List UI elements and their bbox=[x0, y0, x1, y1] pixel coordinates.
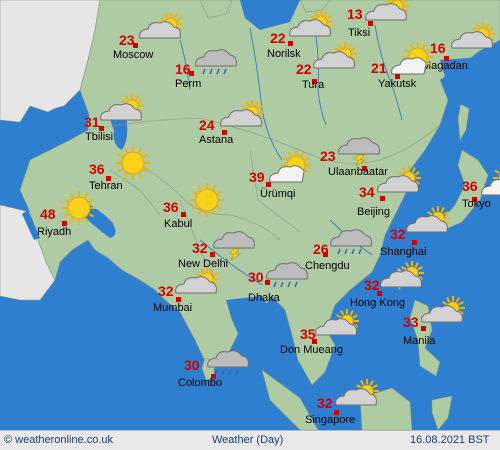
city-name: Astana bbox=[199, 134, 234, 146]
city-dot bbox=[288, 41, 293, 46]
city-temperature: 33 bbox=[403, 314, 419, 330]
city-temperature: 35 bbox=[300, 326, 316, 342]
rain-icon bbox=[193, 40, 241, 83]
city-temperature: 24 bbox=[199, 117, 215, 133]
city-temperature: 32 bbox=[317, 395, 333, 411]
map-title: Weather (Day) bbox=[212, 434, 284, 446]
city-name: Shanghai bbox=[380, 246, 427, 258]
city-name: Tbilisi bbox=[85, 131, 114, 143]
city-temperature: 34 bbox=[359, 184, 375, 200]
city-temperature: 26 bbox=[313, 241, 329, 257]
city-dot bbox=[421, 326, 426, 331]
city-temperature: 16 bbox=[175, 61, 191, 77]
city-name: Ürümqi bbox=[260, 188, 296, 200]
city-temperature: 23 bbox=[320, 148, 336, 164]
footer-bar: © weatheronline.co.uk Weather (Day) 16.0… bbox=[0, 430, 500, 450]
city-temperature: 21 bbox=[371, 60, 387, 76]
city-dot bbox=[368, 21, 373, 26]
city-temperature: 39 bbox=[249, 169, 265, 185]
city-name: Don Mueang bbox=[280, 344, 343, 356]
city-name: Kabul bbox=[164, 218, 193, 230]
city-name: Dhaka bbox=[248, 292, 280, 304]
partly-cloudy-icon bbox=[375, 166, 423, 209]
city-temperature: 36 bbox=[163, 199, 179, 215]
partly-cloudy-icon bbox=[419, 296, 467, 339]
sunny-cloud-icon bbox=[266, 150, 314, 193]
thunderstorm-icon bbox=[336, 128, 384, 171]
city-name: Manila bbox=[403, 335, 436, 347]
city-name: Moscow bbox=[113, 49, 154, 61]
city-dot bbox=[380, 196, 385, 201]
city-name: Norilsk bbox=[267, 48, 301, 60]
city-dot bbox=[210, 252, 215, 257]
city-name: Hong Kong bbox=[350, 297, 406, 309]
city-temperature: 48 bbox=[40, 206, 56, 222]
city-name: Tokyo bbox=[462, 198, 491, 210]
city-name: Mumbai bbox=[153, 302, 193, 314]
city-dot bbox=[412, 240, 417, 245]
city-dot bbox=[266, 182, 271, 187]
city-temperature: 32 bbox=[192, 240, 208, 256]
city-name: Beijing bbox=[357, 206, 391, 218]
city-name: Tiksi bbox=[348, 27, 371, 39]
city-dot bbox=[265, 280, 270, 285]
city-temperature: 22 bbox=[296, 61, 312, 77]
city-temperature: 32 bbox=[390, 226, 406, 242]
rain-icon bbox=[328, 220, 376, 263]
city-temperature: 36 bbox=[89, 161, 105, 177]
city-temperature: 22 bbox=[270, 30, 286, 46]
city-temperature: 30 bbox=[184, 357, 200, 373]
city-name: Singapore bbox=[305, 414, 356, 426]
copyright-link[interactable]: © weatheronline.co.uk bbox=[4, 434, 113, 446]
city-name: Colombo bbox=[178, 377, 223, 389]
city-name: Riyadh bbox=[37, 226, 72, 238]
city-temperature: 13 bbox=[347, 6, 363, 22]
partly-cloudy-icon bbox=[449, 22, 497, 65]
city-dot bbox=[181, 212, 186, 217]
city-name: Perm bbox=[175, 78, 202, 90]
city-name: Tura bbox=[302, 79, 325, 91]
weather-map: 23 Moscow 22 Norilsk 13 Tiksi 16 Magadan 16 Perm 2… bbox=[0, 0, 500, 430]
city-temperature: 32 bbox=[364, 277, 380, 293]
map-date: 16.08.2021 BST bbox=[410, 434, 490, 446]
city-temperature: 31 bbox=[84, 114, 100, 130]
city-name: Yakutsk bbox=[378, 78, 417, 90]
city-temperature: 23 bbox=[119, 32, 135, 48]
city-temperature: 30 bbox=[248, 269, 264, 285]
rain-icon bbox=[264, 253, 312, 296]
city-temperature: 32 bbox=[158, 283, 174, 299]
city-temperature: 36 bbox=[462, 178, 478, 194]
